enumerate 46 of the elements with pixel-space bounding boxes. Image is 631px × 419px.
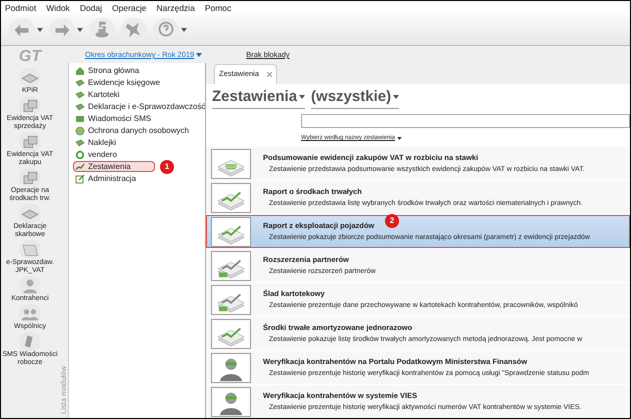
caret-icon [393,94,400,99]
chart-icon [211,318,251,348]
edit-icon [75,174,85,184]
caret-icon [181,28,187,32]
tree-item[interactable]: Deklaracje i e-Sprawozdawczość [73,101,206,112]
tree-item[interactable]: Ewidencje księgowe [73,77,162,88]
tree-item[interactable]: Administracja [73,173,155,184]
menu-item[interactable]: Podmiot [5,2,36,14]
document-icon [19,240,41,259]
caret-icon [299,94,306,99]
caret-icon [37,28,43,32]
tree-item[interactable]: Ochrona danych osobowych [73,125,190,136]
chart-icon [211,182,251,212]
menu-item[interactable]: Dodaj [80,2,102,14]
search-field[interactable] [301,114,630,128]
caret-icon[interactable] [397,137,402,140]
stack-icon [19,168,41,187]
ring-icon [75,150,85,160]
section-title[interactable]: Zestawienia [212,86,298,108]
person-icon [211,386,251,416]
tree-item[interactable]: Kartoteki [73,89,155,100]
menu-item[interactable]: Widok [46,2,70,14]
person-icon [211,352,251,382]
close-icon[interactable] [267,72,272,76]
tree-item[interactable]: Wiadomości SMS [73,113,155,124]
tree-item[interactable]: Naklejki [73,137,155,148]
tree-item[interactable]: vendero [73,149,155,160]
list-icon [211,148,251,178]
house-icon [75,66,85,76]
menu-item[interactable]: Narzędzia [156,2,195,14]
menu-item[interactable]: Operacje [112,2,147,14]
person-icon [19,276,41,295]
logo: GT [18,48,42,66]
caret-icon [77,28,83,32]
filter-dropdown[interactable]: (wszystkie) [311,86,392,108]
stack-icon [19,96,41,115]
callout-badge: 1 [160,160,174,174]
chart-icon [211,216,251,246]
callout-badge: 2 [385,214,399,228]
chart-icon [75,162,85,172]
stack-icon [19,132,41,151]
tree-item[interactable]: Strona główna [73,65,155,76]
menu-item[interactable]: Pomoc [204,2,232,14]
sql-chart-icon [211,284,251,314]
sql-chart-icon [211,250,251,280]
people-icon [19,304,41,323]
